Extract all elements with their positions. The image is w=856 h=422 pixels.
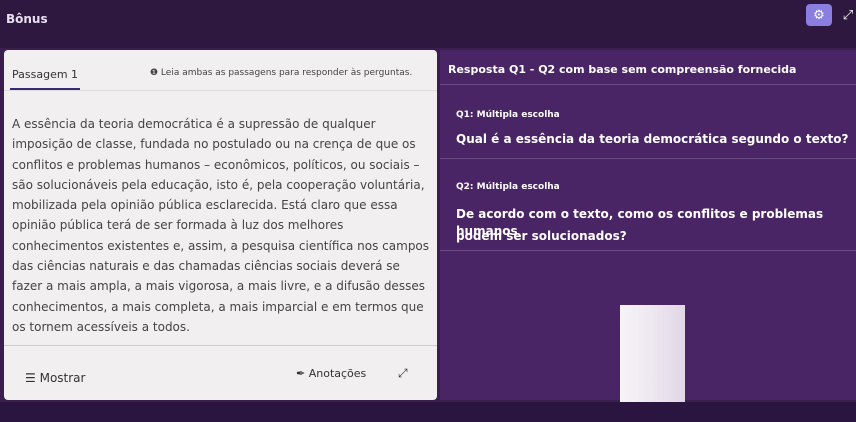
q1-text[interactable]: Qual é a essência da teoria democrática … <box>456 131 848 148</box>
passage-line: imposição de classe, fundada no postulad… <box>12 137 416 152</box>
pen-icon: ✒ <box>296 367 306 380</box>
notes-button[interactable]: ✒ Anotações <box>296 367 366 380</box>
passage-line: das ciências naturais e das chamadas ciê… <box>12 259 400 274</box>
instructions-hint: ❶ Leia ambas as passagens para responder… <box>150 68 413 78</box>
show-button[interactable]: ☰ Mostrar <box>25 371 85 385</box>
settings-button[interactable]: ⚙ <box>806 4 832 26</box>
q1-type-label: Q1: Múltipla escolha <box>456 110 560 120</box>
passage-line: opinião pública terá de ser formada à lu… <box>12 218 344 233</box>
gear-icon: ⚙ <box>813 7 825 23</box>
top-bar <box>0 0 856 48</box>
resize-icon: ⤢ <box>398 366 408 380</box>
tab-divider <box>4 90 437 91</box>
passage-line: conhecimentos, a mais completa, a mais i… <box>12 299 424 314</box>
tab-passage-1[interactable]: Passagem 1 <box>12 68 78 81</box>
notes-button-label: Anotações <box>308 367 367 380</box>
expand-icon: ⤢ <box>842 7 854 23</box>
header-divider <box>440 84 856 85</box>
passage-line: conflitos e problemas humanos – econômic… <box>12 157 420 172</box>
question-panel-header: Resposta Q1 - Q2 com base sem compreensã… <box>448 63 797 76</box>
bottom-strip <box>0 402 856 422</box>
q2-divider <box>440 250 856 251</box>
menu-icon: ☰ <box>25 371 36 385</box>
q2-type-label: Q2: Múltipla escolha <box>456 182 560 192</box>
panel-divider <box>4 345 437 346</box>
q2-text-line2[interactable]: podem ser solucionados? <box>456 228 627 245</box>
fullscreen-button[interactable]: ⤢ <box>838 4 856 26</box>
passage-line: A essência da teoria democrática é a sup… <box>12 117 376 131</box>
passage-text: A essência da teoria democrática é a sup… <box>12 114 432 337</box>
passage-line: os tornem acessíveis a todos. <box>12 319 190 334</box>
passage-line: conhecimentos existentes e, assim, a pes… <box>12 238 430 253</box>
page-title: Bônus <box>6 12 48 26</box>
passage-line: são solucionáveis pela educação, isto é,… <box>12 177 425 192</box>
passage-line: mobilizada pela opinião pública esclarec… <box>12 198 398 213</box>
resize-button[interactable]: ⤢ <box>398 366 408 381</box>
show-button-label: Mostrar <box>39 371 86 385</box>
q1-divider <box>440 158 856 159</box>
passage-line: fazer a mais ampla, a mais vigorosa, a m… <box>12 279 425 294</box>
